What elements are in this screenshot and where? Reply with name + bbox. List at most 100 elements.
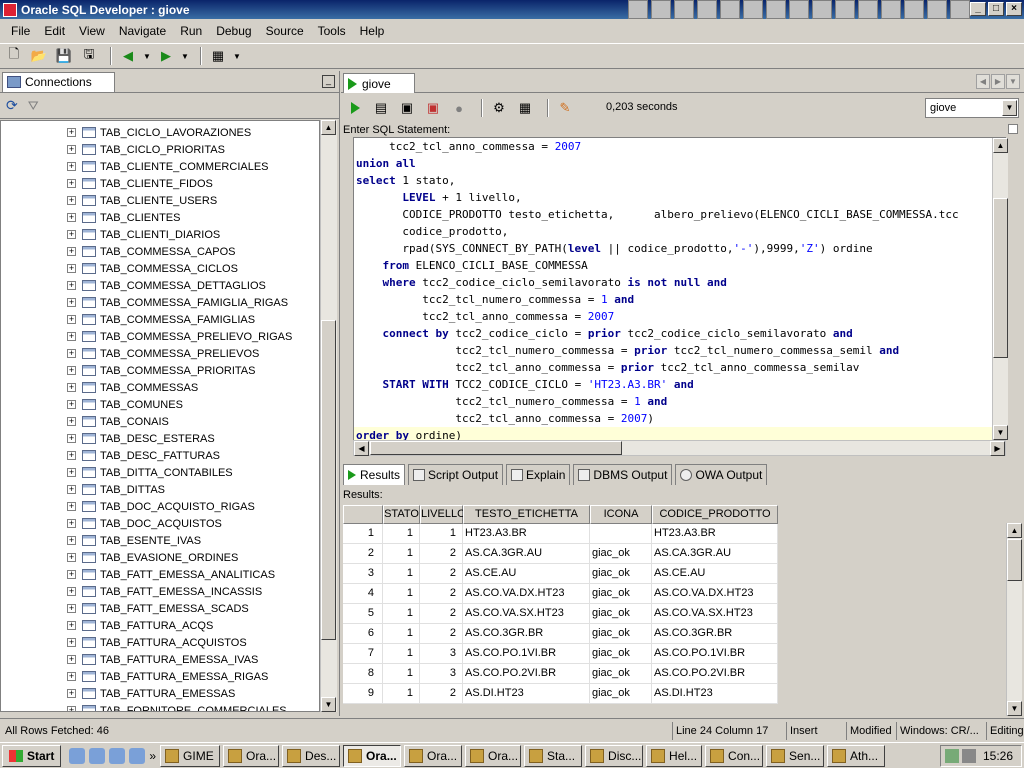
scroll-thumb[interactable] [1007, 539, 1022, 581]
maximize-editor-checkbox[interactable] [1008, 124, 1018, 134]
scroll-thumb[interactable] [321, 320, 336, 640]
table-cell[interactable]: giac_ok [590, 544, 652, 564]
table-cell[interactable]: 1 [383, 624, 420, 644]
tray-icon[interactable] [835, 0, 855, 19]
row-number[interactable]: 8 [343, 664, 383, 684]
code-line[interactable]: select 1 stato, [354, 172, 1005, 189]
tray-icon[interactable] [927, 0, 947, 19]
tray-icon[interactable] [766, 0, 786, 19]
row-number[interactable]: 4 [343, 584, 383, 604]
expand-icon[interactable]: + [67, 230, 76, 239]
tray-icon[interactable] [812, 0, 832, 19]
tree-item[interactable]: + TAB_EVASIONE_ORDINES [1, 549, 319, 566]
tree-item[interactable]: + TAB_CLIENTE_COMMERCIALES [1, 158, 319, 175]
tree-item[interactable]: + TAB_CICLO_PRIORITAS [1, 141, 319, 158]
tree-item[interactable]: + TAB_COMMESSA_PRELIEVOS [1, 345, 319, 362]
tree-item[interactable]: + TAB_FORNITORE_COMMERCIALES [1, 702, 319, 711]
ie-icon[interactable] [69, 747, 86, 764]
table-cell[interactable]: HT23.A3.BR [463, 524, 590, 544]
tray-icon[interactable] [789, 0, 809, 19]
tree-item[interactable]: + TAB_COMMESSA_CAPOS [1, 243, 319, 260]
table-cell[interactable]: giac_ok [590, 664, 652, 684]
code-line[interactable]: START WITH TCC2_CODICE_CICLO = 'HT23.A3.… [354, 376, 1005, 393]
scroll-up-button[interactable]: ▲ [993, 138, 1008, 153]
outlook-icon[interactable] [89, 747, 106, 764]
taskbar-button[interactable]: GIME [160, 744, 221, 767]
back-icon[interactable]: ◀ [118, 46, 138, 66]
scroll-up-button[interactable]: ▲ [1007, 523, 1022, 538]
taskbar-button[interactable]: Hel... [646, 744, 703, 767]
tab-list-icon[interactable]: ▼ [1006, 74, 1020, 89]
expand-icon[interactable]: + [67, 706, 76, 711]
scroll-down-button[interactable]: ▼ [321, 697, 336, 712]
open-folder-icon[interactable]: 📂 [29, 46, 49, 66]
menu-file[interactable]: File [4, 24, 37, 38]
expand-icon[interactable]: + [67, 468, 76, 477]
expand-icon[interactable]: + [67, 502, 76, 511]
table-cell[interactable] [590, 524, 652, 544]
table-row[interactable]: 4 1 2 AS.CO.VA.DX.HT23 giac_ok AS.CO.VA.DX.HT… [343, 584, 1006, 604]
tab-left-icon[interactable]: ◀ [976, 74, 990, 89]
menu-debug[interactable]: Debug [209, 24, 258, 38]
code-line[interactable]: tcc2_tcl_anno_commessa = prior tcc2_tcl_… [354, 359, 1005, 376]
table-row[interactable]: 2 1 2 AS.CA.3GR.AU giac_ok AS.CA.3GR.AU [343, 544, 1006, 564]
table-cell[interactable]: AS.CO.VA.DX.HT23 [652, 584, 778, 604]
code-line[interactable]: rpad(SYS_CONNECT_BY_PATH(level || codice… [354, 240, 1005, 257]
expand-icon[interactable]: + [67, 621, 76, 630]
editor-vscrollbar[interactable]: ▲ ▼ [992, 138, 1008, 440]
tree-item[interactable]: + TAB_DITTA_CONTABILES [1, 464, 319, 481]
tray-icon[interactable] [881, 0, 901, 19]
table-cell[interactable]: giac_ok [590, 624, 652, 644]
code-line[interactable]: tcc2_tcl_anno_commessa = 2007 [354, 138, 1005, 155]
expand-icon[interactable]: + [67, 672, 76, 681]
tree-item[interactable]: + TAB_FATTURA_ACQS [1, 617, 319, 634]
connections-tab[interactable]: Connections [2, 71, 115, 92]
code-line[interactable]: LEVEL + 1 livello, [354, 189, 1005, 206]
editor-hscrollbar[interactable]: ◀ ▶ [353, 440, 1006, 456]
table-cell[interactable]: 1 [383, 564, 420, 584]
table-cell[interactable]: AS.CO.3GR.BR [463, 624, 590, 644]
network-icon[interactable] [944, 749, 959, 763]
table-cell[interactable]: 1 [383, 524, 420, 544]
tree-item[interactable]: + TAB_COMMESSA_PRELIEVO_RIGAS [1, 328, 319, 345]
expand-icon[interactable]: + [67, 349, 76, 358]
expand-icon[interactable]: + [67, 417, 76, 426]
tree-item[interactable]: + TAB_FATT_EMESSA_ANALITICAS [1, 566, 319, 583]
table-cell[interactable]: 2 [420, 684, 463, 704]
table-cell[interactable]: 3 [420, 644, 463, 664]
code-line[interactable]: tcc2_tcl_anno_commessa = 2007) [354, 410, 1005, 427]
tree-item[interactable]: + TAB_DOC_ACQUISTO_RIGAS [1, 498, 319, 515]
tab-script-output[interactable]: Script Output [408, 464, 504, 485]
minimize-panel-button[interactable]: _ [322, 75, 335, 88]
minimize-button[interactable]: _ [970, 2, 986, 16]
explain-plan-icon[interactable]: ⚙ [489, 98, 509, 118]
row-number[interactable]: 6 [343, 624, 383, 644]
table-cell[interactable]: 1 [383, 684, 420, 704]
volume-icon[interactable] [961, 749, 976, 763]
tree-item[interactable]: + TAB_CICLO_LAVORAZIONES [1, 124, 319, 141]
word-icon[interactable] [651, 0, 671, 19]
table-row[interactable]: 6 1 2 AS.CO.3GR.BR giac_ok AS.CO.3GR.BR [343, 624, 1006, 644]
expand-icon[interactable]: + [67, 519, 76, 528]
tab-dbms-output[interactable]: DBMS Output [573, 464, 673, 485]
taskbar-button[interactable]: Ora... [223, 744, 280, 767]
excel-icon[interactable] [674, 0, 694, 19]
expand-icon[interactable]: + [67, 366, 76, 375]
table-cell[interactable]: AS.CE.AU [463, 564, 590, 584]
commit-icon[interactable]: ▣ [397, 98, 417, 118]
table-row[interactable]: 9 1 2 AS.DI.HT23 giac_ok AS.DI.HT23 [343, 684, 1006, 704]
tree-item[interactable]: + TAB_DOC_ACQUISTOS [1, 515, 319, 532]
back-dropdown-icon[interactable]: ▼ [143, 46, 151, 66]
row-number[interactable]: 1 [343, 524, 383, 544]
table-cell[interactable]: AS.DI.HT23 [463, 684, 590, 704]
menu-edit[interactable]: Edit [37, 24, 72, 38]
table-cell[interactable]: giac_ok [590, 584, 652, 604]
scroll-thumb[interactable] [370, 441, 622, 455]
tray-icon[interactable] [743, 0, 763, 19]
tree-item[interactable]: + TAB_DESC_ESTERAS [1, 430, 319, 447]
run-statement-icon[interactable] [345, 98, 365, 118]
table-cell[interactable]: 1 [383, 644, 420, 664]
menu-source[interactable]: Source [259, 24, 311, 38]
table-cell[interactable]: giac_ok [590, 684, 652, 704]
tree-item[interactable]: + TAB_CLIENTES [1, 209, 319, 226]
